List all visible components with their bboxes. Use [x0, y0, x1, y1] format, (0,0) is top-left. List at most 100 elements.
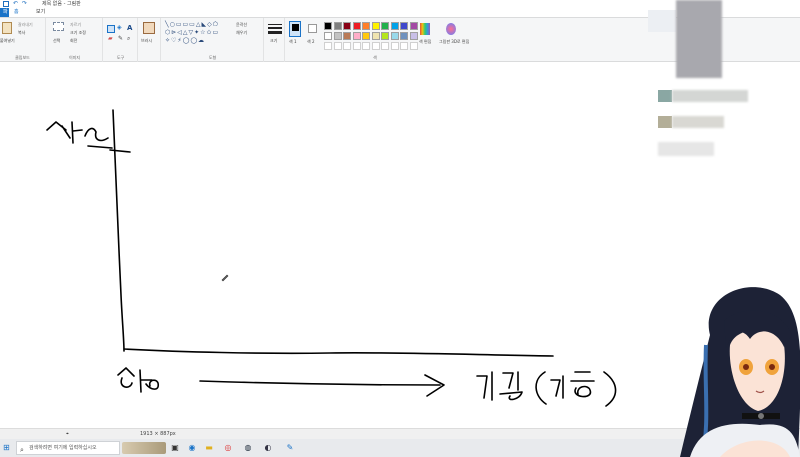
paste-button[interactable]: 붙여넣기	[0, 38, 15, 44]
task-view-icon[interactable]: ▣	[169, 442, 181, 454]
palette-swatch[interactable]	[324, 22, 332, 30]
palette-swatch[interactable]	[362, 32, 370, 40]
redo-icon[interactable]: ↷	[22, 0, 27, 8]
obs-icon[interactable]: ◐	[262, 442, 274, 454]
palette-swatch[interactable]	[381, 22, 389, 30]
y-label-scribble-2	[71, 121, 83, 144]
x-right-label-2	[499, 371, 523, 401]
color1-label: 색 1	[289, 39, 297, 44]
pencil-icon[interactable]	[107, 25, 115, 33]
fill-button[interactable]: 채우기	[236, 30, 247, 36]
select-button[interactable]: 선택	[53, 38, 60, 44]
palette-swatch[interactable]	[409, 22, 418, 30]
blurred-block-3	[658, 116, 672, 128]
custom-color-slot[interactable]	[362, 42, 370, 50]
shapes-gallery-row2[interactable]: ⬡⊳◁△▽✦☆✩▭	[165, 29, 219, 36]
blurred-block-5	[658, 142, 714, 156]
palette-swatch[interactable]	[343, 22, 351, 30]
brushes-button[interactable]: 브러시	[141, 38, 152, 44]
blurred-panel-1	[648, 10, 676, 32]
color2-label: 색 2	[307, 39, 315, 44]
search-icon: ⌕	[20, 446, 24, 454]
custom-color-slot[interactable]	[400, 42, 408, 50]
custom-color-slot[interactable]	[371, 42, 380, 50]
custom-color-slot[interactable]	[352, 42, 361, 50]
edit-colors-icon[interactable]	[420, 23, 430, 35]
x-right-label-3	[550, 375, 564, 399]
custom-color-slot[interactable]	[324, 42, 332, 50]
edit-colors-button[interactable]: 색 편집	[419, 39, 431, 45]
edge-icon[interactable]: ◉	[186, 442, 198, 454]
custom-color-slot[interactable]	[381, 42, 389, 50]
paste-icon[interactable]	[2, 22, 12, 34]
tab-home[interactable]: 홈	[11, 8, 22, 17]
cursor-position-icon: ⌖	[66, 431, 69, 437]
palette-swatch[interactable]	[371, 32, 380, 40]
outline-button[interactable]: 윤곽선	[236, 22, 247, 28]
paint3d-icon[interactable]	[446, 23, 456, 35]
cut-button[interactable]: 잘라내기	[18, 22, 33, 28]
text-icon[interactable]: A	[127, 24, 132, 32]
palette-swatch[interactable]	[343, 32, 351, 40]
shapes-gallery[interactable]: ╲○▭▭▭△◣◇⬠	[165, 21, 219, 28]
x-left-label-1	[117, 367, 135, 388]
palette-swatch[interactable]	[409, 32, 418, 40]
palette-swatch[interactable]	[352, 22, 361, 30]
x-right-label-1	[476, 371, 493, 401]
palette-swatch[interactable]	[333, 22, 342, 30]
chrome-icon[interactable]: ◎	[222, 442, 234, 454]
blurred-block-4	[672, 116, 724, 128]
size-button[interactable]: 크기	[270, 38, 277, 44]
news-widget-icon[interactable]	[122, 442, 166, 454]
size-group: 크기	[265, 18, 285, 62]
y-label-scribble-3	[84, 127, 109, 142]
crop-button[interactable]: 자르기	[70, 22, 81, 28]
save-icon[interactable]	[3, 1, 9, 7]
undo-icon[interactable]: ↶	[13, 0, 18, 8]
custom-color-slot[interactable]	[343, 42, 351, 50]
file-explorer-icon[interactable]: ▬	[203, 442, 215, 454]
x-axis-stroke	[123, 348, 554, 357]
palette-swatch[interactable]	[390, 22, 399, 30]
arrow-shaft	[199, 380, 441, 386]
shapes-label: 도형	[208, 55, 217, 60]
x-right-paren-right	[603, 371, 617, 407]
taskbar-search-input[interactable]: ⌕ 검색하려면 여기에 입력하십시오	[16, 441, 120, 455]
custom-color-slot[interactable]	[333, 42, 342, 50]
palette-swatch[interactable]	[381, 32, 389, 40]
palette-swatch[interactable]	[352, 32, 361, 40]
palette-swatch[interactable]	[400, 32, 408, 40]
blurred-panel-2	[676, 0, 722, 78]
brush-icon[interactable]	[143, 22, 155, 34]
paint3d-button[interactable]: 그림판 3D로 편집	[439, 39, 469, 45]
select-icon[interactable]	[53, 22, 64, 31]
steam-icon[interactable]: ◍	[242, 442, 254, 454]
palette-swatch[interactable]	[400, 22, 408, 30]
color1-button[interactable]	[289, 21, 301, 37]
palette-swatch[interactable]	[333, 32, 342, 40]
palette-swatch[interactable]	[362, 22, 370, 30]
custom-color-slot[interactable]	[390, 42, 399, 50]
custom-color-slot[interactable]	[409, 42, 418, 50]
magnifier-icon[interactable]: ⌕	[127, 35, 130, 43]
clipboard-group: 붙여넣기 잘라내기 복사 클립보드	[0, 18, 46, 62]
paint-taskbar-icon[interactable]: ✎	[284, 442, 296, 454]
palette-swatch[interactable]	[324, 32, 332, 40]
paint-window: ↶ ↷ 제목 없음 - 그림판 파일 홈 보기 붙여넣기 잘라내기 복사 클립보…	[0, 0, 800, 457]
copy-button[interactable]: 복사	[18, 30, 25, 36]
shapes-gallery-row3[interactable]: ✧♡⚡◯◯☁︎	[165, 37, 205, 44]
tab-file[interactable]: 파일	[0, 8, 9, 24]
palette-swatch[interactable]	[390, 32, 399, 40]
rotate-button[interactable]: 회전	[70, 38, 77, 44]
eraser-icon[interactable]: ▰	[108, 35, 113, 42]
color2-swatch[interactable]	[308, 24, 317, 33]
x-right-paren-left	[535, 371, 547, 405]
fill-icon[interactable]: ◈	[117, 24, 122, 31]
palette-swatch[interactable]	[371, 22, 380, 30]
color-picker-icon[interactable]: ✎	[118, 35, 123, 42]
windows-start-icon[interactable]: ⊞	[3, 443, 10, 452]
resize-button[interactable]: 크기 조정	[70, 30, 86, 36]
size-line-3	[268, 31, 282, 34]
tab-view[interactable]: 보기	[33, 8, 48, 17]
tools-group: ◈ A ▰ ✎ ⌕ 도구	[104, 18, 138, 62]
